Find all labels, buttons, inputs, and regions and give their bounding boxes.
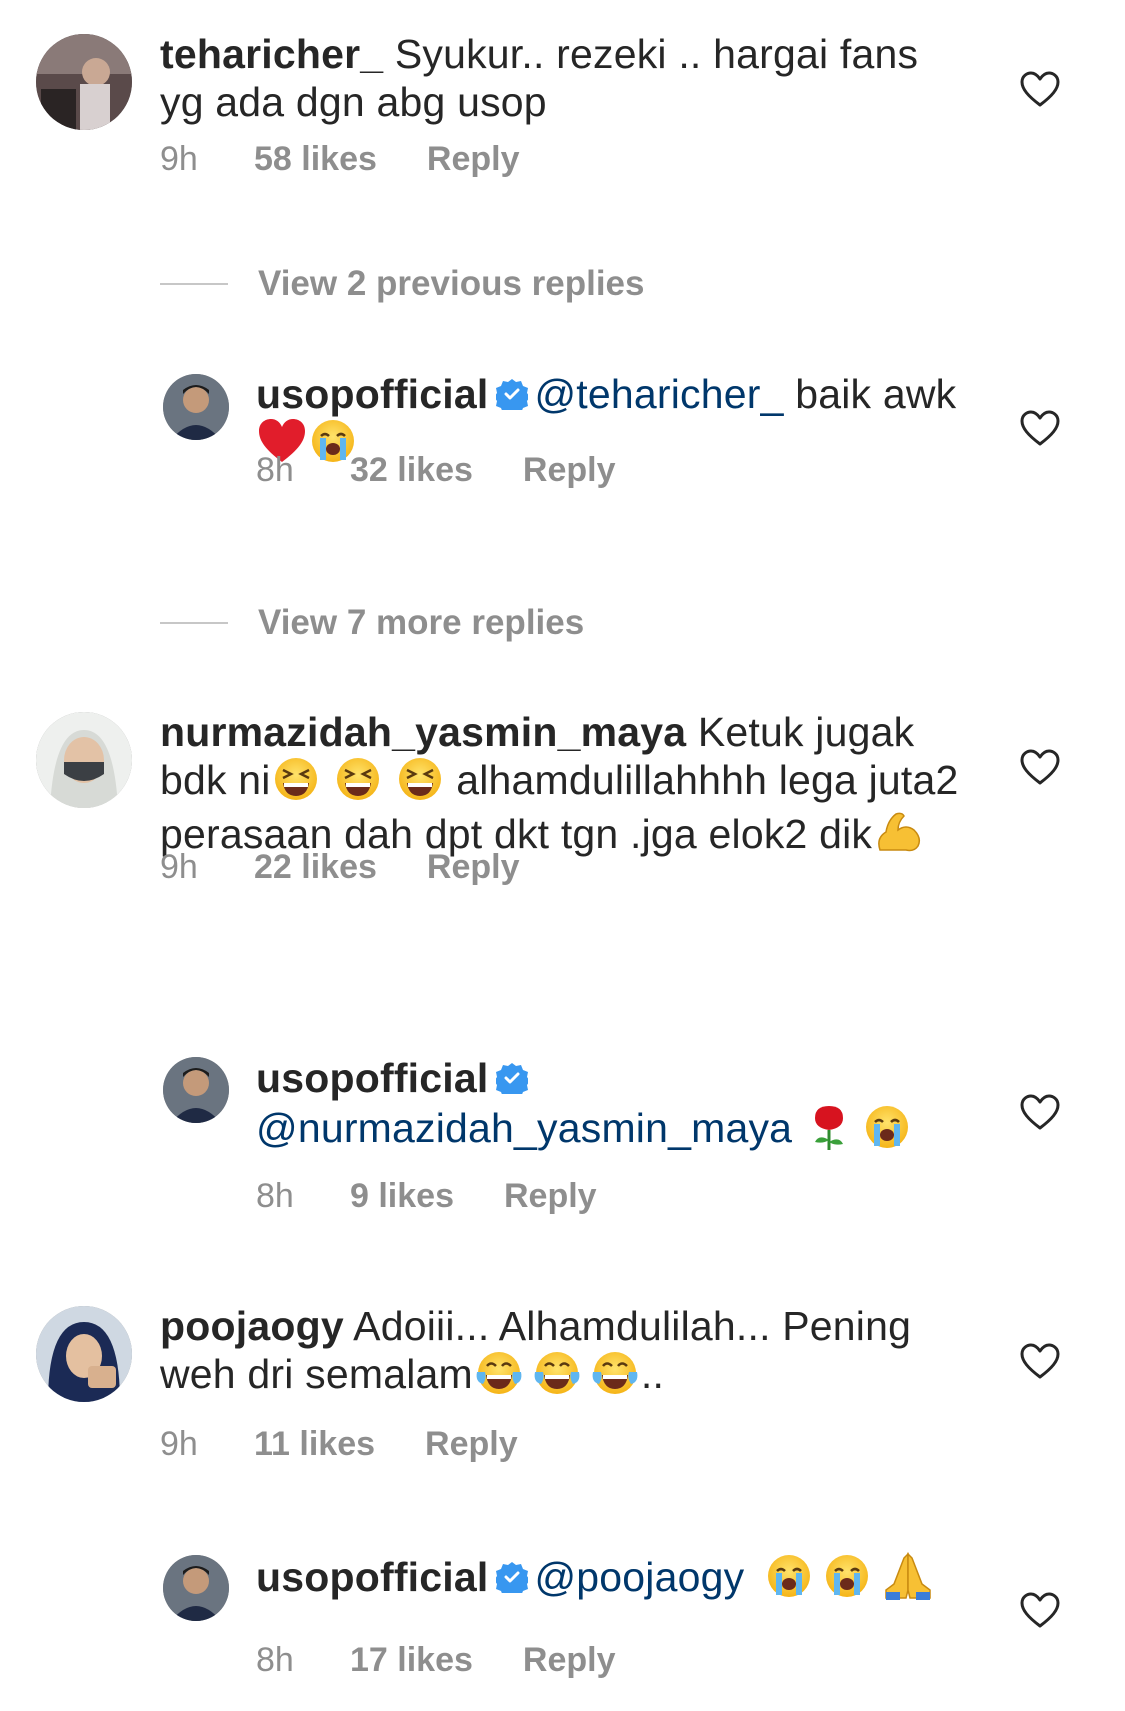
likes-count[interactable]: 11 likes (254, 1425, 375, 1464)
mention-link[interactable]: @nurmazidah_yasmin_maya (256, 1105, 792, 1151)
timestamp: 8h (256, 1177, 294, 1215)
face-with-tears-of-joy-icon (592, 1352, 638, 1395)
grinning-squinting-face-icon (274, 758, 317, 801)
loudly-crying-face-icon (825, 1555, 868, 1597)
loudly-crying-face-icon (767, 1555, 810, 1597)
comment-text: teharicher_ Syukur.. rezeki .. hargai fa… (160, 31, 919, 125)
avatar[interactable] (163, 1555, 229, 1621)
comment-text: nurmazidah_yasmin_maya Ketuk jugak bdk n… (160, 709, 959, 858)
view-more-replies[interactable]: View 7 more replies (160, 601, 584, 645)
username[interactable]: nurmazidah_yasmin_maya (160, 709, 686, 755)
avatar-photo (163, 374, 229, 440)
comment-meta: 9h 22 likes Reply (160, 848, 519, 887)
timestamp: 8h (256, 1641, 294, 1679)
likes-count[interactable]: 22 likes (254, 848, 377, 887)
username[interactable]: usopofficial (256, 1055, 488, 1101)
face-with-tears-of-joy-icon (476, 1352, 522, 1395)
reply-button[interactable]: Reply (425, 1425, 518, 1464)
flexed-biceps-icon (878, 812, 921, 852)
divider-line (160, 283, 228, 285)
likes-count[interactable]: 58 likes (254, 140, 377, 179)
avatar-photo (163, 1555, 229, 1621)
comment-meta: 9h 58 likes Reply (160, 140, 519, 179)
timestamp: 9h (160, 848, 198, 886)
username[interactable]: teharicher_ (160, 31, 383, 77)
face-with-tears-of-joy-icon (534, 1352, 580, 1395)
mention-link[interactable]: @poojaogy (534, 1554, 744, 1600)
like-heart-icon[interactable] (1020, 749, 1060, 785)
like-heart-icon[interactable] (1020, 1592, 1060, 1628)
comment-meta: 8h 9 likes Reply (256, 1177, 597, 1216)
timestamp: 8h (256, 451, 294, 489)
avatar[interactable] (36, 34, 132, 130)
grinning-squinting-face-icon (398, 758, 441, 801)
verified-badge-icon (496, 1062, 529, 1095)
reply-button[interactable]: Reply (427, 848, 520, 887)
comment-meta: 8h 32 likes Reply (256, 451, 615, 490)
reply-button[interactable]: Reply (523, 1641, 616, 1680)
avatar-photo (163, 1057, 229, 1123)
likes-count[interactable]: 32 likes (350, 451, 473, 490)
comment-text: usopofficial @poojaogy (256, 1552, 976, 1608)
verified-badge-icon (496, 378, 529, 411)
avatar-photo (36, 34, 132, 130)
likes-count[interactable]: 17 likes (350, 1641, 473, 1680)
reply-button[interactable]: Reply (523, 451, 616, 490)
timestamp: 9h (160, 1425, 198, 1463)
like-heart-icon[interactable] (1020, 1343, 1060, 1379)
like-heart-icon[interactable] (1020, 410, 1060, 446)
username[interactable]: usopofficial (256, 1554, 488, 1600)
avatar-photo (36, 1306, 132, 1402)
loudly-crying-face-icon (865, 1106, 908, 1148)
comment-meta: 9h 11 likes Reply (160, 1425, 518, 1464)
username[interactable]: poojaogy (160, 1303, 344, 1349)
verified-badge-icon (496, 1561, 529, 1593)
reply-button[interactable]: Reply (427, 140, 520, 179)
avatar[interactable] (163, 1057, 229, 1123)
grinning-squinting-face-icon (336, 758, 379, 801)
comment-meta: 8h 17 likes Reply (256, 1641, 615, 1680)
divider-line (160, 622, 228, 624)
view-previous-replies[interactable]: View 2 previous replies (160, 262, 645, 306)
avatar[interactable] (163, 374, 229, 440)
rose-icon (814, 1106, 843, 1150)
like-heart-icon[interactable] (1020, 1094, 1060, 1130)
mention-link[interactable]: @teharicher_ (534, 371, 783, 417)
like-heart-icon[interactable] (1020, 71, 1060, 107)
comment-text: usopofficial @nurmazidah_yasmin_maya (256, 1054, 976, 1160)
reply-button[interactable]: Reply (504, 1177, 597, 1216)
folded-hands-icon (885, 1552, 931, 1600)
comment-text: poojaogy Adoiii... Alhamdulilah... Penin… (160, 1303, 912, 1397)
username[interactable]: usopofficial (256, 371, 488, 417)
avatar-photo (36, 712, 132, 808)
avatar[interactable] (36, 712, 132, 808)
likes-count[interactable]: 9 likes (350, 1177, 454, 1216)
avatar[interactable] (36, 1306, 132, 1402)
timestamp: 9h (160, 140, 198, 178)
